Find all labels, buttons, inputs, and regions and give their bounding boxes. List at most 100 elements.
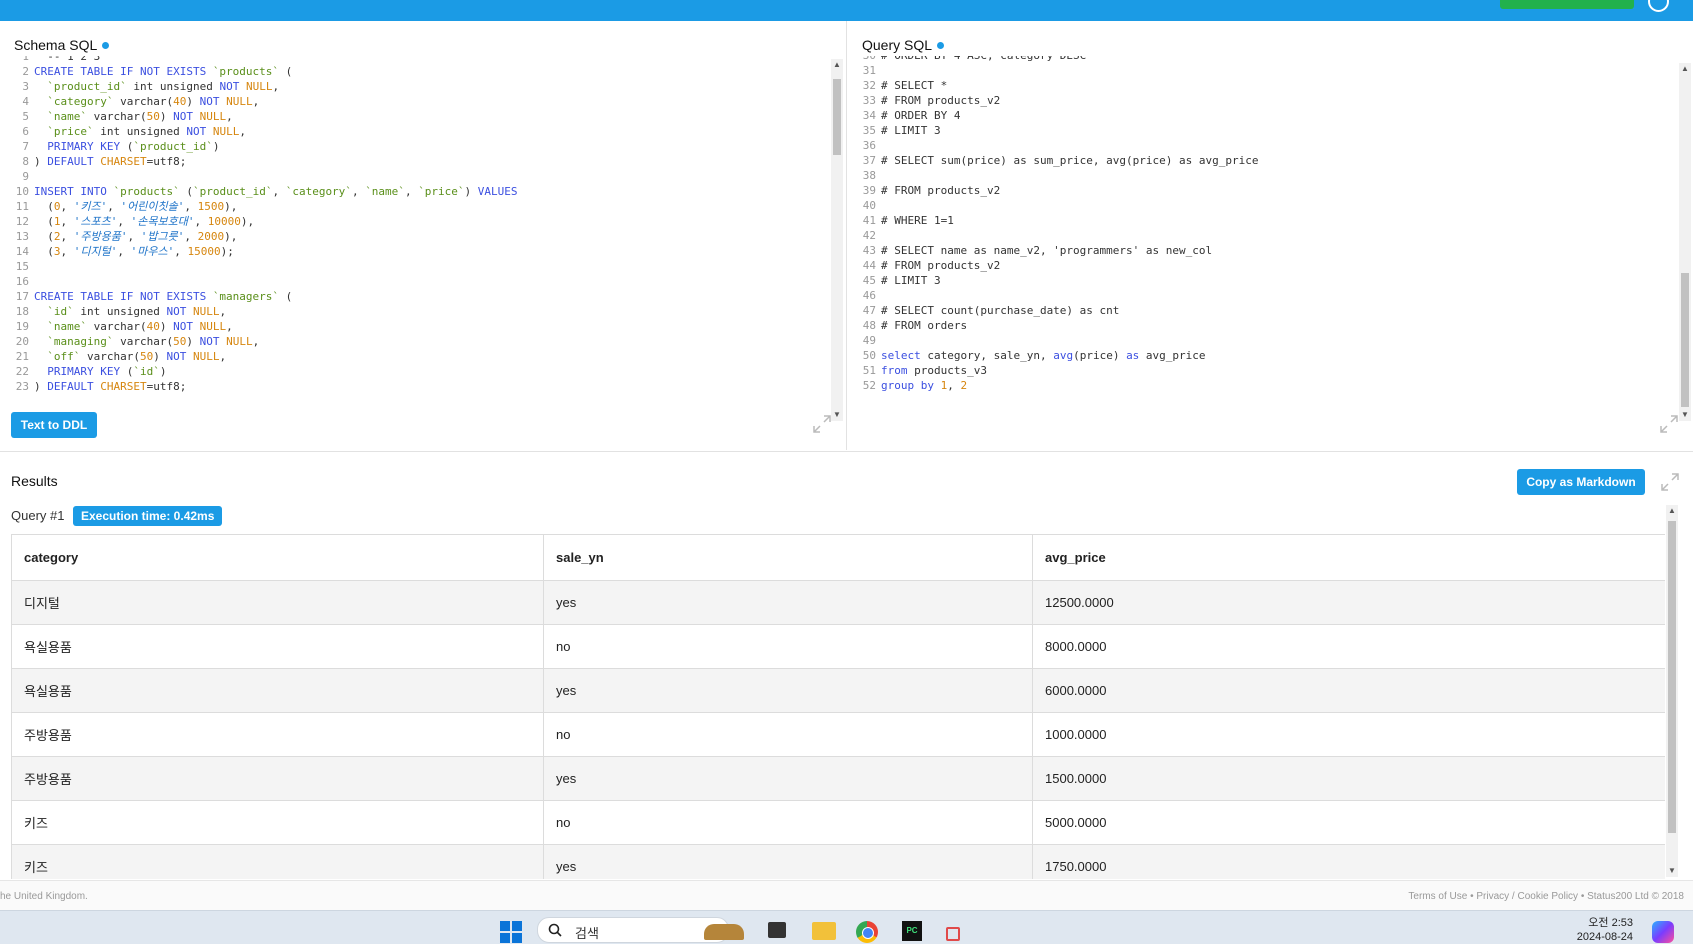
code-line: 4 `category` varchar(40) NOT NULL, (0, 94, 518, 109)
line-number: 13 (15, 230, 29, 243)
footer-links[interactable]: Terms of Use • Privacy / Cookie Policy •… (1408, 891, 1684, 902)
table-cell: yes (543, 668, 1033, 713)
file-explorer-icon[interactable] (812, 922, 836, 940)
footer-left-text: he United Kingdom. (0, 891, 88, 902)
status-dot-icon (102, 41, 110, 49)
scroll-thumb[interactable] (1681, 273, 1689, 407)
line-number: 44 (862, 259, 876, 272)
line-number: 39 (862, 184, 876, 197)
code-line: 49 (847, 333, 1259, 348)
scroll-up-icon[interactable]: ▲ (1666, 505, 1678, 517)
code-text: `category` varchar(40) NOT NULL, (47, 95, 260, 108)
scroll-down-icon[interactable]: ▼ (1679, 409, 1691, 421)
scroll-thumb[interactable] (1668, 521, 1676, 833)
topbar-green-button[interactable] (1500, 0, 1634, 9)
snipping-tool-icon[interactable] (946, 927, 960, 941)
results-table: category sale_yn avg_price 디지털 yes 12500… (11, 534, 1665, 879)
taskbar-search[interactable]: 검색 (537, 917, 744, 943)
results-scrollbar[interactable]: ▲ ▼ (1666, 505, 1678, 877)
line-number: 31 (862, 64, 876, 77)
code-line: 37 # SELECT sum(price) as sum_price, avg(… (847, 153, 1259, 168)
line-number: 51 (862, 364, 876, 377)
expand-icon[interactable] (1660, 472, 1680, 492)
help-icon[interactable] (1648, 0, 1669, 12)
code-text: from products_v3 (881, 364, 987, 377)
expand-icon[interactable] (1659, 414, 1679, 434)
code-line: 17 CREATE TABLE IF NOT EXISTS `managers` … (0, 289, 518, 304)
table-cell: 주방용품 (11, 756, 544, 801)
clock-date: 2024-08-24 (1576, 931, 1633, 943)
taskbar-clock[interactable]: 오전 2:53 2024-08-24 (1545, 916, 1633, 944)
code-text: # FROM products_v2 (881, 184, 1001, 197)
windows-start-icon[interactable] (500, 921, 522, 943)
code-text: `product_id` int unsigned NOT NULL, (47, 80, 280, 93)
table-cell: yes (543, 756, 1033, 801)
status-dot-icon (937, 41, 945, 49)
code-text: `managing` varchar(50) NOT NULL, (47, 335, 260, 348)
results-table-container: category sale_yn avg_price 디지털 yes 12500… (11, 534, 1665, 879)
query-scrollbar[interactable]: ▲ ▼ (1679, 63, 1691, 421)
table-row: 주방용품 no 1000.0000 (11, 712, 1665, 757)
chrome-icon[interactable] (856, 921, 878, 943)
schema-scrollbar[interactable]: ▲ ▼ (831, 59, 843, 421)
code-line: 30# ORDER BY 4 ASC, category DESC (847, 56, 1259, 63)
code-text: # SELECT * (881, 79, 948, 92)
line-number: 45 (862, 274, 876, 287)
code-text: # LIMIT 3 (881, 124, 941, 137)
table-cell: no (543, 624, 1033, 669)
code-line: 16 (0, 274, 518, 289)
code-line: 39 # FROM products_v2 (847, 183, 1259, 198)
code-line: 31 (847, 63, 1259, 78)
search-placeholder: 검색 (575, 926, 599, 941)
line-number: 30 (847, 56, 881, 63)
line-number: 21 (15, 350, 29, 363)
code-line: 23) DEFAULT CHARSET=utf8; (0, 379, 518, 394)
table-cell: 6000.0000 (1032, 668, 1665, 713)
code-text: -- 1 2 3 (47, 56, 101, 63)
expand-icon[interactable] (812, 414, 832, 434)
code-text: # SELECT sum(price) as sum_price, avg(pr… (881, 154, 1259, 167)
code-line: 1 -- 1 2 3 (0, 56, 518, 64)
copilot-icon[interactable] (1652, 921, 1674, 943)
line-number: 4 (22, 95, 29, 108)
code-text: (1, '스포츠', '손목보호대', 10000), (34, 215, 255, 228)
scroll-up-icon[interactable]: ▲ (1679, 63, 1691, 75)
line-number: 14 (15, 245, 29, 258)
scroll-thumb[interactable] (833, 79, 841, 155)
code-text: CREATE TABLE IF NOT EXISTS `products` ( (34, 65, 293, 78)
line-number: 11 (15, 200, 29, 213)
code-line: 15 (0, 259, 518, 274)
copy-as-markdown-button[interactable]: Copy as Markdown (1517, 469, 1645, 495)
code-line: 44 # FROM products_v2 (847, 258, 1259, 273)
line-number: 52 (862, 379, 876, 392)
code-text: (2, '주방용품', '밥그릇', 2000), (34, 230, 238, 243)
task-view-icon[interactable] (768, 922, 786, 938)
column-header: category (11, 534, 544, 581)
code-text: PRIMARY KEY (`product_id`) (47, 140, 220, 153)
code-text: select category, sale_yn, avg(price) as … (881, 349, 1206, 362)
table-cell: 디지털 (11, 580, 544, 625)
scroll-down-icon[interactable]: ▼ (831, 409, 843, 421)
table-cell: 키즈 (11, 800, 544, 845)
code-line: 52 group by 1, 2 (847, 378, 1259, 393)
table-cell: yes (543, 844, 1033, 879)
column-header: sale_yn (543, 534, 1033, 581)
pycharm-icon[interactable]: PC (902, 921, 922, 941)
table-row: 키즈 yes 1750.0000 (11, 844, 1665, 879)
line-number: 6 (22, 125, 29, 138)
line-number: 19 (15, 320, 29, 333)
line-number: 23 (15, 380, 29, 393)
schema-editor[interactable]: 1 -- 1 2 3 2 CREATE TABLE IF NOT EXISTS `p… (0, 56, 830, 421)
text-to-ddl-button[interactable]: Text to DDL (11, 412, 97, 438)
column-header: avg_price (1032, 534, 1665, 581)
query-editor[interactable]: 30# ORDER BY 4 ASC, category DESC3132# S… (847, 56, 1677, 421)
line-number: 34 (862, 109, 876, 122)
code-line: 3 `product_id` int unsigned NOT NULL, (0, 79, 518, 94)
code-text: `id` int unsigned NOT NULL, (47, 305, 227, 318)
line-number: 41 (862, 214, 876, 227)
line-number: 46 (862, 289, 876, 302)
scroll-up-icon[interactable]: ▲ (831, 59, 843, 71)
query-panel-title: Query SQL (862, 37, 945, 53)
results-panel: Results Copy as Markdown Query #1 Execut… (0, 451, 1693, 880)
scroll-down-icon[interactable]: ▼ (1666, 865, 1678, 877)
